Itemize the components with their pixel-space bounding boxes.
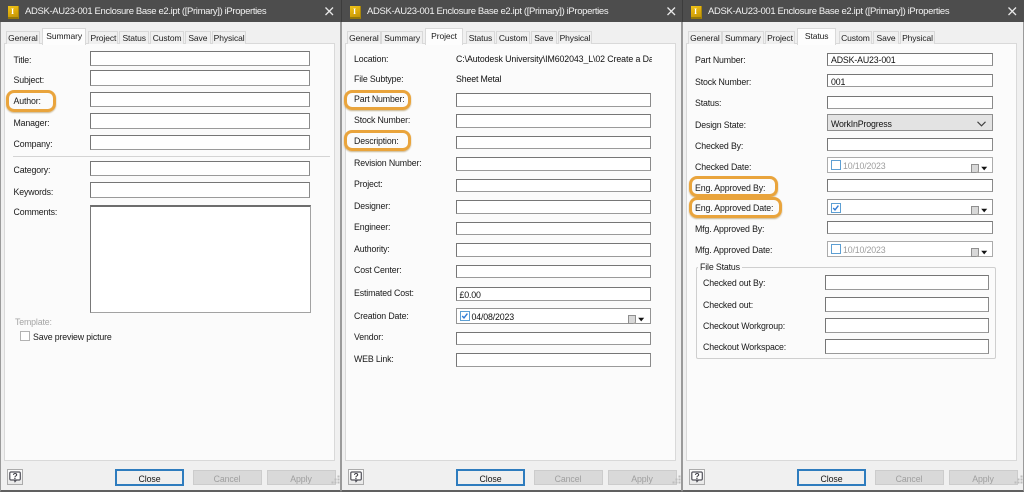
svg-text:?: ? (353, 471, 358, 481)
svg-text:?: ? (694, 471, 699, 481)
svg-text:?: ? (12, 471, 17, 481)
